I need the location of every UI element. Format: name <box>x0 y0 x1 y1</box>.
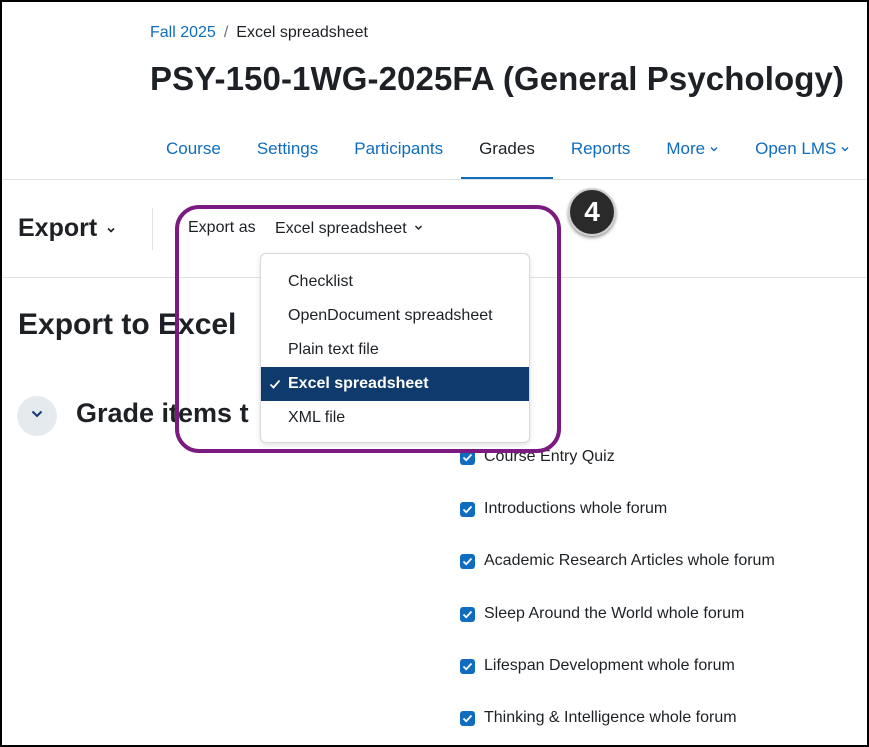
grade-item-label: Introductions whole forum <box>484 500 668 518</box>
grade-item-checkbox[interactable]: Course Entry Quiz <box>460 448 775 500</box>
nav-tab-label: Course <box>166 139 221 158</box>
vertical-divider <box>152 208 153 250</box>
grade-item-checkbox[interactable]: Thinking & Intelligence whole forum <box>460 709 775 747</box>
nav-tab-participants[interactable]: Participants <box>336 118 461 180</box>
grade-item-label: Academic Research Articles whole forum <box>484 552 775 570</box>
grade-item-label: Thinking & Intelligence whole forum <box>484 708 737 726</box>
nav-tab-open-lms[interactable]: Open LMS <box>737 118 868 180</box>
nav-tab-more[interactable]: More <box>648 118 737 180</box>
nav-tab-label: More <box>666 139 706 158</box>
nav-tab-grades[interactable]: Grades <box>461 118 553 180</box>
export-as-label: Export as <box>188 219 256 236</box>
grade-item-checkbox[interactable]: Sleep Around the World whole forum <box>460 605 775 657</box>
checkbox-checked-icon[interactable] <box>460 606 475 622</box>
dropdown-item-label: Checklist <box>288 273 353 290</box>
export-format-select[interactable]: Excel spreadsheet <box>275 220 424 238</box>
grade-item-checkbox[interactable]: Lifespan Development whole forum <box>460 657 775 709</box>
breadcrumb-link-fall-2025[interactable]: Fall 2025 <box>150 24 216 42</box>
checkbox-checked-icon[interactable] <box>460 450 475 465</box>
grade-item-checkbox[interactable]: Academic Research Articles whole forum <box>460 552 775 604</box>
tertiary-nav-export[interactable]: Export <box>18 214 117 243</box>
collapse-section-button[interactable] <box>17 396 57 436</box>
section-title: Export to Excel <box>18 308 237 341</box>
nav-tab-label: Open LMS <box>755 139 837 158</box>
nav-tab-label: Grades <box>479 139 535 158</box>
chevron-down-icon <box>840 144 850 154</box>
grade-item-label: Course Entry Quiz <box>484 448 615 465</box>
nav-tab-reports[interactable]: Reports <box>553 118 649 180</box>
grade-item-label: Lifespan Development whole forum <box>484 656 735 674</box>
nav-tab-label: Participants <box>354 139 444 158</box>
checkbox-checked-icon[interactable] <box>460 658 475 674</box>
grade-items-list: Course Entry Quiz Introductions whole fo… <box>460 448 775 747</box>
checkbox-checked-icon[interactable] <box>460 710 475 726</box>
chevron-down-icon <box>105 214 117 243</box>
chevron-down-icon <box>709 144 719 154</box>
dropdown-item-label: OpenDocument spreadsheet <box>288 307 493 324</box>
checkbox-checked-icon[interactable] <box>460 554 475 570</box>
checkbox-checked-icon[interactable] <box>460 502 475 518</box>
dropdown-item-checklist[interactable]: Checklist <box>261 265 529 299</box>
grade-item-checkbox[interactable]: Introductions whole forum <box>460 500 775 552</box>
subsection-title: Grade items t <box>76 398 249 428</box>
step-number-badge: 4 <box>568 188 616 236</box>
dropdown-item-label: XML file <box>288 409 346 426</box>
dropdown-item-opendocument[interactable]: OpenDocument spreadsheet <box>261 299 529 333</box>
breadcrumb-separator: / <box>223 24 229 41</box>
dropdown-item-plain-text[interactable]: Plain text file <box>261 333 529 367</box>
divider <box>0 179 869 180</box>
export-format-dropdown: Checklist OpenDocument spreadsheet Plain… <box>260 253 530 443</box>
breadcrumb-current: Excel spreadsheet <box>236 24 368 41</box>
breadcrumb: Fall 2025 / Excel spreadsheet <box>150 24 368 42</box>
dropdown-item-label: Plain text file <box>288 341 379 358</box>
export-format-selected: Excel spreadsheet <box>275 220 407 237</box>
dropdown-item-label: Excel spreadsheet <box>288 375 429 392</box>
chevron-down-icon <box>413 220 424 238</box>
dropdown-item-xml[interactable]: XML file <box>261 401 529 435</box>
course-nav: Course Settings Participants Grades Repo… <box>148 118 868 180</box>
nav-tab-label: Settings <box>256 139 319 158</box>
dropdown-item-excel[interactable]: Excel spreadsheet <box>261 367 529 401</box>
nav-tab-course[interactable]: Course <box>148 118 239 180</box>
nav-tab-settings[interactable]: Settings <box>239 118 336 180</box>
checkmark-icon <box>269 377 281 389</box>
nav-tab-label: Reports <box>570 139 631 158</box>
chevron-down-icon <box>29 406 45 427</box>
tertiary-nav-label: Export <box>18 214 98 242</box>
page-title: PSY-150-1WG-2025FA (General Psychology) <box>150 60 845 97</box>
grade-item-label: Sleep Around the World whole forum <box>484 604 745 622</box>
